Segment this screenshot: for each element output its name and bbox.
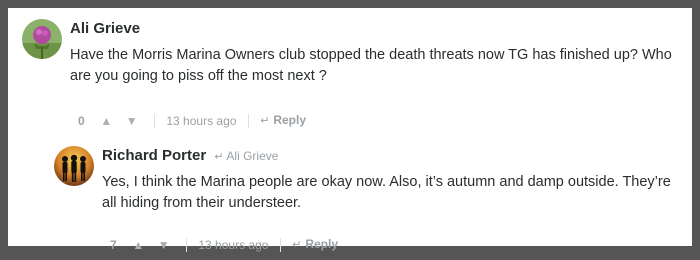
comment-footer: 0 ▲ ▼ 13 hours ago ↵ Reply: [78, 111, 306, 129]
comment-author[interactable]: Richard Porter: [102, 147, 206, 164]
reply-button[interactable]: ↵ Reply: [292, 235, 338, 254]
vote-count: 7: [110, 237, 117, 252]
downvote-arrow-icon[interactable]: ▼: [121, 112, 143, 130]
comment-text: Yes, I think the Marina people are okay …: [102, 174, 671, 211]
reply-arrow-icon: ↵: [214, 151, 224, 163]
divider: [154, 113, 156, 128]
comment-thread: Ali Grieve Have the Morris Marina Owners…: [8, 8, 692, 252]
thistle-avatar-icon: [22, 19, 62, 59]
comment-author[interactable]: Ali Grieve: [70, 20, 140, 37]
comment-footer: 7 ▲ ▼ 13 hours ago ↵ Reply: [110, 235, 338, 253]
comment-timestamp[interactable]: 13 hours ago: [166, 112, 236, 130]
divider: [186, 237, 188, 252]
avatar[interactable]: [54, 146, 94, 186]
reply-label: Reply: [305, 237, 339, 252]
in-reply-to[interactable]: ↵ Ali Grieve: [214, 149, 278, 163]
reply-arrow-icon: ↵: [292, 239, 302, 252]
in-reply-to-name: Ali Grieve: [226, 149, 279, 163]
vote-count: 0: [78, 113, 85, 128]
comment-text: Have the Morris Marina Owners club stopp…: [70, 47, 672, 84]
downvote-arrow-icon[interactable]: ▼: [153, 236, 175, 254]
upvote-arrow-icon[interactable]: ▲: [127, 236, 149, 254]
comment-timestamp[interactable]: 13 hours ago: [198, 236, 268, 254]
avatar[interactable]: [22, 19, 62, 59]
divider: [279, 237, 281, 252]
upvote-arrow-icon[interactable]: ▲: [95, 112, 117, 130]
reply-label: Reply: [273, 113, 307, 128]
reply-arrow-icon: ↵: [260, 115, 270, 128]
silhouettes-avatar-icon: [54, 146, 94, 186]
divider: [247, 113, 249, 128]
reply-button[interactable]: ↵ Reply: [260, 111, 306, 130]
